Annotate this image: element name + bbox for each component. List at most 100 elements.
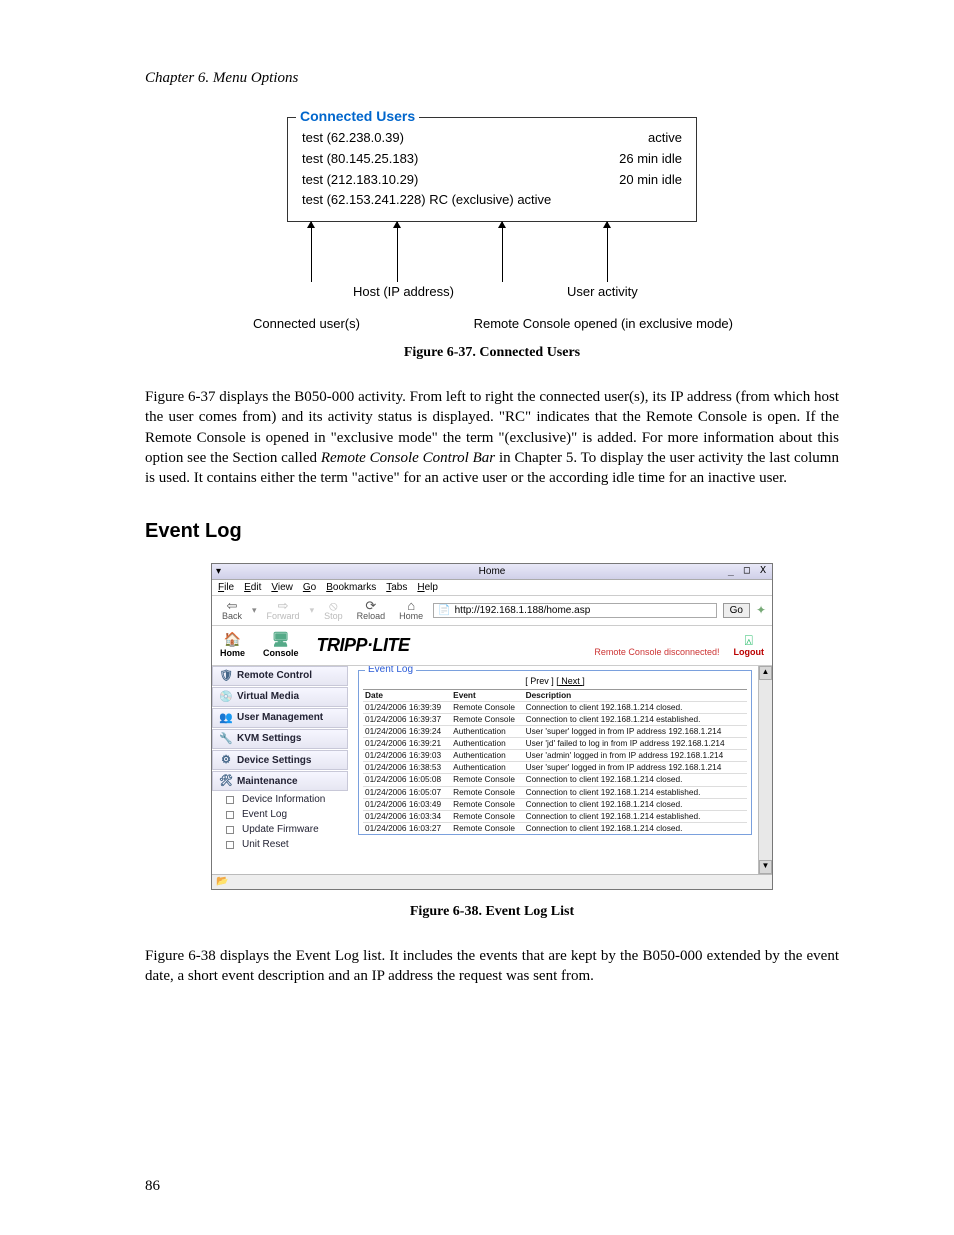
sidebar-sub-device-information[interactable]: Device Information bbox=[212, 792, 348, 807]
col-date: Date bbox=[363, 689, 451, 701]
sidebar-item-label: Maintenance bbox=[237, 776, 298, 787]
menu-edit[interactable]: Edit bbox=[244, 582, 261, 593]
forward-button[interactable]: ⇨ Forward bbox=[263, 599, 304, 622]
sidebar-item-remote-control[interactable]: 🛡Remote Control bbox=[212, 666, 348, 686]
event-log-table: Date Event Description 01/24/2006 16:39:… bbox=[363, 689, 747, 835]
event-log-label: Event Log bbox=[365, 666, 416, 675]
table-row: 01/24/2006 16:03:27Remote ConsoleConnect… bbox=[363, 822, 747, 834]
table-row: 01/24/2006 16:05:07Remote ConsoleConnect… bbox=[363, 786, 747, 798]
annot-host-label: Host (IP address) bbox=[353, 284, 454, 299]
sidebar-sub-update-firmware[interactable]: Update Firmware bbox=[212, 822, 348, 837]
toolbar: ⇦ Back ▾ ⇨ Forward ▾ ⦸ Stop ⟳ Reload ⌂ H… bbox=[212, 596, 772, 626]
remote-console-status: Remote Console disconnected! bbox=[594, 648, 719, 658]
sidebar-sub-unit-reset[interactable]: Unit Reset bbox=[212, 837, 348, 852]
menu-view[interactable]: View bbox=[271, 582, 293, 593]
table-row: 01/24/2006 16:39:37Remote ConsoleConnect… bbox=[363, 713, 747, 725]
connected-users-box: Connected Users test (62.238.0.39)active… bbox=[287, 117, 697, 222]
sidebar-item-label: KVM Settings bbox=[237, 733, 301, 744]
system-menu-icon[interactable]: ▾ bbox=[216, 566, 221, 577]
app-home-icon: 🏠 bbox=[224, 632, 241, 647]
tripplite-logo: TRIPP·LITE bbox=[317, 636, 410, 656]
scroll-down-icon[interactable]: ▼ bbox=[759, 860, 772, 874]
table-row: 01/24/2006 16:39:21AuthenticationUser 'j… bbox=[363, 738, 747, 750]
section-title-event-log: Event Log bbox=[145, 520, 839, 543]
sidebar-item-kvm-settings[interactable]: 🔧KVM Settings bbox=[212, 729, 348, 749]
menu-bookmarks[interactable]: Bookmarks bbox=[326, 582, 376, 593]
table-row: 01/24/2006 16:03:49Remote ConsoleConnect… bbox=[363, 798, 747, 810]
sidebar-item-label: User Management bbox=[237, 712, 323, 723]
logout-link[interactable]: ⍓ Logout bbox=[734, 633, 765, 658]
sidebar-icon: ⚙ bbox=[219, 754, 233, 766]
col-event: Event bbox=[451, 689, 523, 701]
sidebar-icon: 🛠 bbox=[219, 775, 233, 787]
menu-help[interactable]: Help bbox=[417, 582, 438, 593]
sidebar-item-label: Virtual Media bbox=[237, 691, 299, 702]
throbber-icon: ✦ bbox=[756, 604, 766, 617]
menu-go[interactable]: Go bbox=[303, 582, 316, 593]
prev-link[interactable]: [ Prev ] bbox=[525, 676, 554, 686]
connected-user-row: test (62.153.241.228) RC (exclusive) act… bbox=[302, 190, 682, 211]
connected-user-row: test (80.145.25.183)26 min idle bbox=[302, 149, 682, 170]
table-row: 01/24/2006 16:03:34Remote ConsoleConnect… bbox=[363, 810, 747, 822]
home-button[interactable]: ⌂ Home bbox=[395, 599, 427, 622]
scroll-up-icon[interactable]: ▲ bbox=[759, 666, 772, 680]
window-title: Home bbox=[479, 566, 506, 577]
page-number: 86 bbox=[145, 1178, 160, 1195]
figure-6-37-caption: Figure 6-37. Connected Users bbox=[145, 345, 839, 361]
sidebar-icon: 💿 bbox=[219, 691, 233, 703]
menu-tabs[interactable]: Tabs bbox=[386, 582, 407, 593]
main-content: Event Log [ Prev ] [ Next ] Date Event D… bbox=[348, 666, 772, 874]
status-icon: 📂 bbox=[216, 876, 228, 887]
annot-rc-mode: Remote Console opened (in exclusive mode… bbox=[474, 316, 733, 331]
logout-icon: ⍓ bbox=[734, 633, 765, 648]
sidebar-item-maintenance[interactable]: 🛠 Maintenance bbox=[212, 771, 348, 791]
back-button[interactable]: ⇦ Back bbox=[218, 599, 246, 622]
next-link[interactable]: [ Next ] bbox=[556, 676, 585, 686]
figure-6-37: Connected Users test (62.238.0.39)active… bbox=[287, 117, 697, 331]
figure-annotations: Host (IP address) User activity bbox=[287, 222, 697, 312]
sidebar-icon: 👥 bbox=[219, 712, 233, 724]
connected-user-row: test (212.183.10.29)20 min idle bbox=[302, 170, 682, 191]
page-icon: 📄 bbox=[438, 605, 450, 616]
stop-button[interactable]: ⦸ Stop bbox=[320, 599, 347, 622]
col-desc: Description bbox=[524, 689, 747, 701]
sidebar-sub-event-log[interactable]: Event Log bbox=[212, 807, 348, 822]
table-row: 01/24/2006 16:05:08Remote ConsoleConnect… bbox=[363, 774, 747, 786]
statusbar: 📂 bbox=[212, 874, 772, 889]
back-dropdown-icon[interactable]: ▾ bbox=[252, 606, 257, 616]
reload-button[interactable]: ⟳ Reload bbox=[353, 599, 390, 622]
sidebar-icon: 🛡 bbox=[219, 670, 233, 682]
paragraph-1: Figure 6-37 displays the B050-000 activi… bbox=[145, 387, 839, 488]
annot-activity-label: User activity bbox=[567, 284, 638, 299]
menubar: File Edit View Go Bookmarks Tabs Help bbox=[212, 580, 772, 596]
console-icon: 🖥 bbox=[272, 632, 290, 647]
sidebar: 🛡Remote Control 💿 Virtual Media 👥 User Manag… bbox=[212, 666, 348, 874]
table-row: 01/24/2006 16:39:39Remote ConsoleConnect… bbox=[363, 701, 747, 713]
forward-dropdown-icon[interactable]: ▾ bbox=[310, 606, 315, 616]
figure-6-38-screenshot: ▾ Home _ □ X File Edit View Go Bookmarks Tabs… bbox=[211, 563, 773, 889]
app-header: 🏠 Home 🖥 Console TRIPP·LITE Remote Conso… bbox=[212, 626, 772, 665]
chapter-header: Chapter 6. Menu Options bbox=[145, 70, 839, 87]
menu-file[interactable]: File bbox=[218, 582, 234, 593]
app-home-link[interactable]: 🏠 Home bbox=[220, 632, 245, 658]
sidebar-item-virtual-media[interactable]: 💿 Virtual Media bbox=[212, 687, 348, 707]
connected-users-label: Connected Users bbox=[296, 108, 419, 124]
event-log-panel: Event Log [ Prev ] [ Next ] Date Event D… bbox=[358, 670, 752, 835]
go-button[interactable]: Go bbox=[723, 603, 750, 618]
connected-user-row: test (62.238.0.39)active bbox=[302, 128, 682, 149]
paragraph-2: Figure 6-38 displays the Event Log list.… bbox=[145, 946, 839, 987]
table-row: 01/24/2006 16:39:03AuthenticationUser 'a… bbox=[363, 750, 747, 762]
figure-6-38-caption: Figure 6-38. Event Log List bbox=[145, 904, 839, 920]
table-row: 01/24/2006 16:38:53AuthenticationUser 's… bbox=[363, 762, 747, 774]
window-titlebar: ▾ Home _ □ X bbox=[212, 564, 772, 580]
scrollbar[interactable]: ▲ ▼ bbox=[758, 666, 772, 874]
annot-connected-users: Connected user(s) bbox=[253, 316, 360, 331]
window-controls[interactable]: _ □ X bbox=[728, 565, 768, 576]
address-bar[interactable]: 📄 http://192.168.1.188/home.asp bbox=[433, 603, 716, 618]
sidebar-item-label: Device Settings bbox=[237, 755, 311, 766]
sidebar-item-device-settings[interactable]: ⚙ Device Settings bbox=[212, 750, 348, 770]
table-row: 01/24/2006 16:39:24AuthenticationUser 's… bbox=[363, 725, 747, 737]
address-text: http://192.168.1.188/home.asp bbox=[455, 605, 591, 616]
sidebar-item-user-management[interactable]: 👥 User Management bbox=[212, 708, 348, 728]
app-console-link[interactable]: 🖥 Console bbox=[263, 632, 299, 658]
